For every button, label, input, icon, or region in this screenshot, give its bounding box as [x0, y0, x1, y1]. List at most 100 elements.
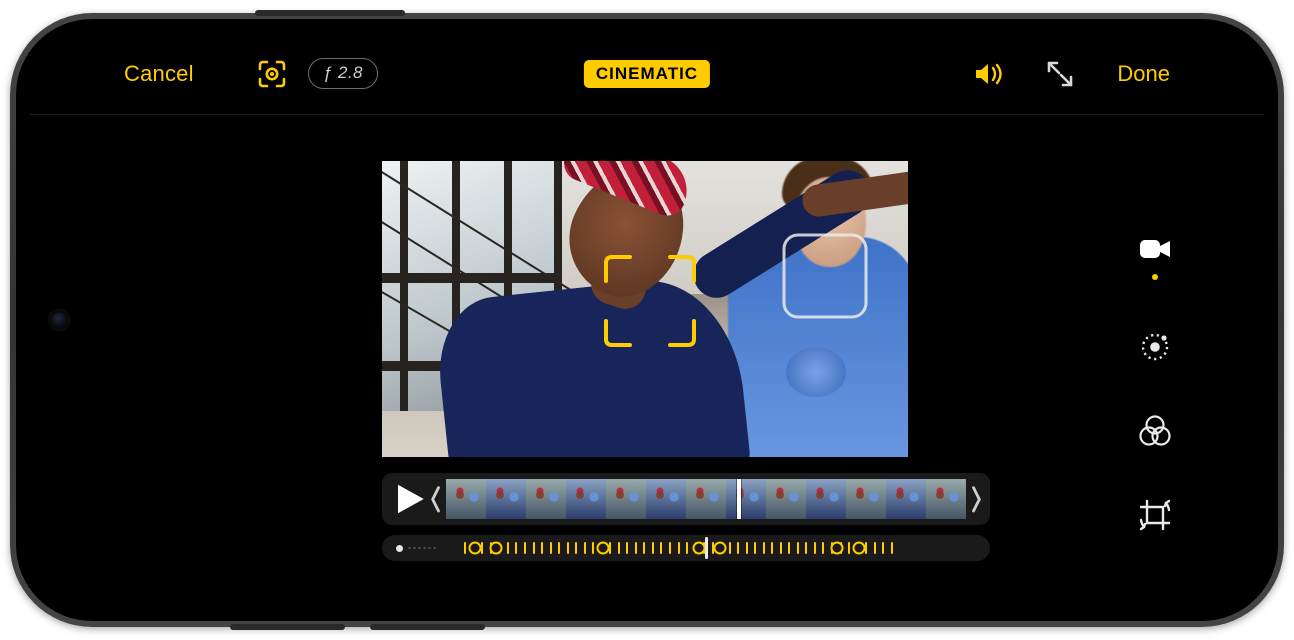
focus-tick [541, 542, 543, 554]
focus-tick [754, 542, 756, 554]
iphone-device-frame: Cancel ƒ 2.8 CINEMATIC [10, 13, 1284, 627]
focus-tick [550, 542, 552, 554]
focus-tick [686, 542, 688, 554]
focus-tick [891, 542, 893, 554]
filters-tool[interactable] [1138, 414, 1172, 448]
focus-keyframe[interactable] [714, 542, 727, 555]
focus-tick [763, 542, 765, 554]
active-tool-indicator [1152, 274, 1158, 280]
focus-brackets-icon [256, 58, 288, 90]
done-button[interactable]: Done [1117, 61, 1170, 87]
focus-tick [515, 542, 517, 554]
focus-tick [618, 542, 620, 554]
timeline-scrubber[interactable] [382, 473, 990, 525]
focus-tick [481, 542, 483, 554]
volume-down-hardware [230, 624, 345, 630]
focus-keyframe-track[interactable] [382, 535, 990, 561]
mode-badge[interactable]: CINEMATIC [584, 60, 710, 88]
keyframe-rail[interactable] [443, 541, 976, 555]
focus-tick [729, 542, 731, 554]
chevron-left-icon [428, 476, 442, 523]
focus-tick [797, 542, 799, 554]
filmstrip-thumb[interactable] [886, 479, 926, 519]
focus-tick [669, 542, 671, 554]
filmstrip-thumb[interactable] [526, 479, 566, 519]
focus-tick [507, 542, 509, 554]
video-preview[interactable] [382, 161, 908, 457]
focus-tick [805, 542, 807, 554]
filmstrip-thumb[interactable] [646, 479, 686, 519]
filmstrip-thumb[interactable] [806, 479, 846, 519]
filmstrip-thumb[interactable] [446, 479, 486, 519]
focus-tick [592, 542, 594, 554]
filmstrip-thumb[interactable] [846, 479, 886, 519]
filmstrip-thumb[interactable] [726, 479, 766, 519]
video-camera-icon [1138, 232, 1172, 266]
track-start-dot [396, 545, 403, 552]
filters-icon [1138, 414, 1172, 448]
timeline-area [382, 473, 990, 561]
front-camera [52, 313, 67, 328]
focus-tick [609, 542, 611, 554]
volume-button[interactable] [973, 59, 1003, 89]
edit-tool-rail [1130, 197, 1180, 567]
filmstrip-thumb[interactable] [486, 479, 526, 519]
filmstrip-thumb[interactable] [926, 479, 966, 519]
bezel: Cancel ƒ 2.8 CINEMATIC [16, 19, 1278, 621]
expand-icon [1045, 59, 1075, 89]
play-icon [388, 479, 428, 519]
aperture-button[interactable]: ƒ 2.8 [308, 58, 378, 89]
cancel-button[interactable]: Cancel [124, 61, 194, 87]
filmstrip-thumb[interactable] [606, 479, 646, 519]
focus-tick [746, 542, 748, 554]
cinematic-focus-toggle[interactable] [256, 58, 288, 90]
chevron-right-icon [970, 476, 984, 523]
filmstrip-thumb[interactable] [686, 479, 726, 519]
focus-tick [464, 542, 466, 554]
focus-tick [626, 542, 628, 554]
focus-tick [652, 542, 654, 554]
focus-keyframe[interactable] [596, 542, 609, 555]
focus-keyframe[interactable] [468, 542, 481, 555]
filmstrip-thumb[interactable] [766, 479, 806, 519]
focus-keyframe[interactable] [831, 542, 844, 555]
focus-tick [814, 542, 816, 554]
focus-tick [558, 542, 560, 554]
focus-tick [643, 542, 645, 554]
focus-tick [788, 542, 790, 554]
focus-tick [822, 542, 824, 554]
focus-tick [865, 542, 867, 554]
focus-keyframe[interactable] [852, 542, 865, 555]
focus-tick [524, 542, 526, 554]
focus-track-playhead[interactable] [705, 537, 708, 559]
focus-tick [635, 542, 637, 554]
focus-tick [584, 542, 586, 554]
play-button[interactable] [388, 479, 428, 519]
focus-keyframe[interactable] [490, 542, 503, 555]
trim-end-handle[interactable] [970, 476, 984, 523]
filmstrip-thumb[interactable] [566, 479, 606, 519]
side-button-hardware [255, 10, 405, 16]
focus-tick [660, 542, 662, 554]
focus-tick [567, 542, 569, 554]
trim-start-handle[interactable] [428, 476, 442, 523]
crop-rotate-icon [1138, 498, 1172, 532]
focus-tick [575, 542, 577, 554]
playhead[interactable] [737, 479, 741, 519]
speaker-icon [973, 59, 1003, 89]
focus-tick [874, 542, 876, 554]
adjust-tool[interactable] [1138, 330, 1172, 364]
filmstrip[interactable] [446, 479, 966, 519]
crop-tool[interactable] [1138, 498, 1172, 532]
video-tool[interactable] [1138, 232, 1172, 266]
editor-toolbar: Cancel ƒ 2.8 CINEMATIC [30, 33, 1264, 115]
aperture-value: ƒ 2.8 [323, 63, 363, 83]
fullscreen-button[interactable] [1045, 59, 1075, 89]
focus-tick [882, 542, 884, 554]
focus-tick [848, 542, 850, 554]
focus-tick [780, 542, 782, 554]
focus-keyframe[interactable] [692, 542, 705, 555]
focus-tick [771, 542, 773, 554]
focus-tick [737, 542, 739, 554]
adjust-dial-icon [1138, 330, 1172, 364]
